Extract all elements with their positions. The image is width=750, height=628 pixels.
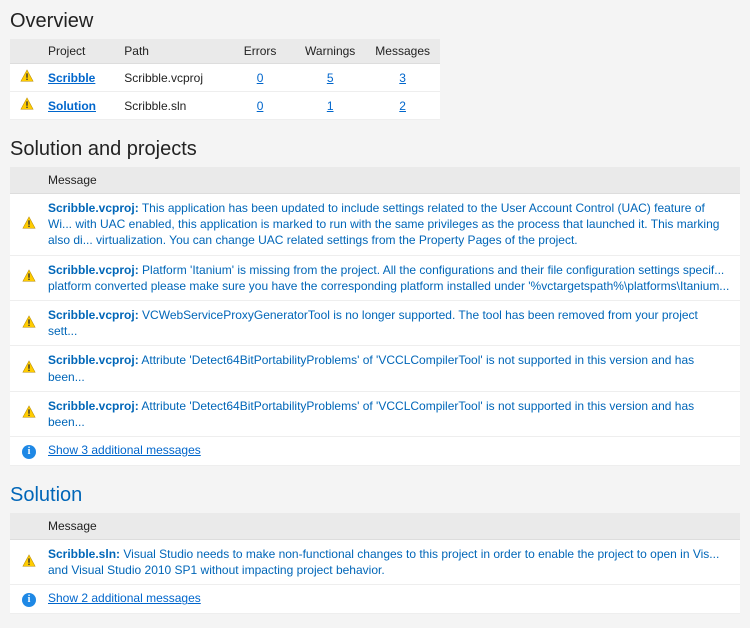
overview-table: Project Path Errors Warnings Messages Sc… (10, 39, 440, 120)
errors-link[interactable]: 0 (257, 99, 264, 113)
message-cell: Scribble.vcproj: Platform 'Itanium' is m… (38, 255, 740, 300)
table-row: Scribble.vcproj: This application has be… (10, 194, 740, 256)
path-cell: Scribble.sln (114, 92, 225, 120)
message-cell: Scribble.vcproj: Attribute 'Detect64BitP… (38, 391, 740, 436)
message-cell: Scribble.vcproj: This application has be… (38, 194, 740, 256)
table-row: Scribble.vcproj: Platform 'Itanium' is m… (10, 255, 740, 300)
warning-icon (22, 405, 36, 419)
table-row: i Show 2 additional messages (10, 585, 740, 614)
table-row: Scribble.sln: Visual Studio needs to mak… (10, 540, 740, 585)
message-body: Attribute 'Detect64BitPortabilityProblem… (48, 399, 694, 429)
solution-projects-table: Message Scribble.vcproj: This applicatio… (10, 167, 740, 466)
overview-heading: Overview (10, 10, 740, 33)
messages-link[interactable]: 3 (399, 71, 406, 85)
message-cell: Scribble.vcproj: Attribute 'Detect64BitP… (38, 346, 740, 391)
warnings-link[interactable]: 1 (327, 99, 334, 113)
project-link[interactable]: Solution (48, 99, 96, 113)
warning-icon (22, 216, 36, 230)
col-errors: Errors (225, 39, 295, 64)
message-prefix: Scribble.vcproj: (48, 263, 139, 277)
warning-icon (22, 315, 36, 329)
warning-icon (22, 360, 36, 374)
solution-table: Message Scribble.sln: Visual Studio need… (10, 513, 740, 614)
solution-heading: Solution (10, 484, 740, 507)
col-messages: Messages (365, 39, 440, 64)
messages-link[interactable]: 2 (399, 99, 406, 113)
message-cell: Scribble.vcproj: VCWebServiceProxyGenera… (38, 300, 740, 345)
message-prefix: Scribble.vcproj: (48, 201, 139, 215)
col-warnings: Warnings (295, 39, 365, 64)
col-project: Project (38, 39, 114, 64)
message-body: Visual Studio needs to make non-function… (48, 547, 719, 577)
table-row: Scribble Scribble.vcproj 0 5 3 (10, 64, 440, 92)
table-row: Scribble.vcproj: Attribute 'Detect64BitP… (10, 346, 740, 391)
table-row: Scribble.vcproj: Attribute 'Detect64BitP… (10, 391, 740, 436)
warning-icon (20, 97, 34, 111)
message-prefix: Scribble.sln: (48, 547, 120, 561)
warning-icon (20, 69, 34, 83)
warnings-link[interactable]: 5 (327, 71, 334, 85)
show-more-link[interactable]: Show 2 additional messages (48, 591, 201, 605)
message-cell: Scribble.sln: Visual Studio needs to mak… (38, 540, 740, 585)
col-path: Path (114, 39, 225, 64)
show-more-link[interactable]: Show 3 additional messages (48, 443, 201, 457)
col-message: Message (38, 513, 740, 540)
message-prefix: Scribble.vcproj: (48, 353, 139, 367)
message-body: VCWebServiceProxyGeneratorTool is no lon… (48, 308, 698, 338)
table-row: i Show 3 additional messages (10, 437, 740, 466)
message-body: Platform 'Itanium' is missing from the p… (48, 263, 729, 293)
col-message: Message (38, 167, 740, 194)
table-row: Solution Scribble.sln 0 1 2 (10, 92, 440, 120)
solution-projects-heading: Solution and projects (10, 138, 740, 161)
project-link[interactable]: Scribble (48, 71, 95, 85)
message-prefix: Scribble.vcproj: (48, 308, 139, 322)
message-body: This application has been updated to inc… (48, 201, 719, 247)
info-icon: i (22, 445, 36, 459)
path-cell: Scribble.vcproj (114, 64, 225, 92)
warning-icon (22, 554, 36, 568)
warning-icon (22, 269, 36, 283)
errors-link[interactable]: 0 (257, 71, 264, 85)
info-icon: i (22, 593, 36, 607)
message-body: Attribute 'Detect64BitPortabilityProblem… (48, 353, 694, 383)
message-prefix: Scribble.vcproj: (48, 399, 139, 413)
table-row: Scribble.vcproj: VCWebServiceProxyGenera… (10, 300, 740, 345)
